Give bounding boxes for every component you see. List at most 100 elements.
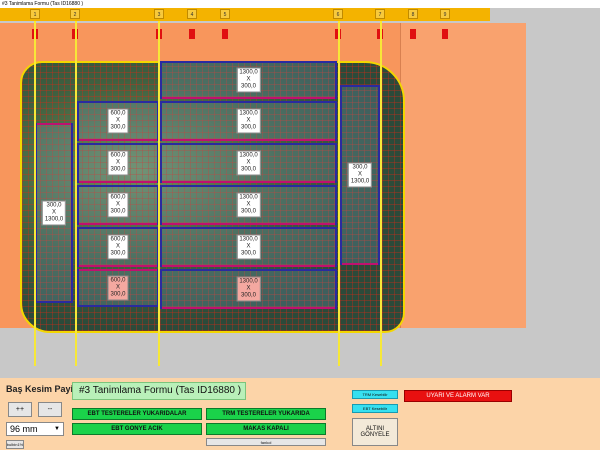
altini-gonyele-button[interactable]: ALTINI GÖNYELE: [352, 418, 398, 446]
title-bar: #3 Tanimlama Formu (Tas ID16880 ): [0, 0, 600, 8]
piece-large[interactable]: 1300,0 X 300,0: [160, 227, 337, 267]
piece-height: 300,0: [240, 83, 257, 90]
piece-x: X: [246, 285, 251, 292]
piece-label: 600,0 X 300,0: [107, 275, 129, 301]
ruler-tick[interactable]: 2: [70, 9, 80, 19]
trm-testereler-button[interactable]: TRM TESTERELER YUKARIDA: [206, 408, 326, 420]
ruler: 1 2 3 4 5 6 7 8 9: [0, 8, 490, 21]
plate-extension: [400, 23, 526, 328]
saw-line[interactable]: [34, 21, 36, 366]
piece-edge: [79, 269, 157, 271]
piece-label: 600,0 X 300,0: [107, 108, 129, 134]
piece-x: X: [357, 171, 363, 178]
piece-width: 1300,0: [239, 152, 258, 159]
small-button[interactable]: bulbin1%: [6, 440, 24, 449]
piece-left[interactable]: 300,0 X 1300,0: [35, 123, 73, 303]
piece-large[interactable]: 1300,0 X 300,0: [160, 185, 337, 225]
piece-x: X: [115, 243, 121, 250]
ebt-kesebilir-indicator: EBT Kesebilir: [352, 404, 398, 413]
piece-edge: [162, 97, 335, 99]
piece-label: 300,0 X 1300,0: [41, 200, 67, 226]
piece-small[interactable]: 600,0 X 300,0: [77, 227, 159, 267]
piece-width: 1300,0: [239, 278, 258, 285]
saw-line[interactable]: [75, 21, 77, 366]
ruler-tick[interactable]: 7: [375, 9, 385, 19]
window-title: #3 Tanimlama Formu (Tas ID16880 ): [2, 1, 84, 7]
piece-label: 1300,0 X 300,0: [236, 67, 261, 93]
piece-height: 300,0: [110, 124, 126, 131]
fankol-button[interactable]: fankol: [206, 438, 326, 446]
piece-height: 1300,0: [350, 178, 370, 185]
piece-small-selected[interactable]: 600,0 X 300,0: [77, 269, 159, 307]
piece-height: 300,0: [240, 250, 257, 257]
piece-large-selected[interactable]: 1300,0 X 300,0: [160, 269, 337, 309]
saw-marker: [442, 29, 448, 39]
piece-height: 300,0: [240, 292, 257, 299]
ruler-tick[interactable]: 3: [154, 9, 164, 19]
piece-small[interactable]: 600,0 X 300,0: [77, 101, 159, 141]
piece-large[interactable]: 1300,0 X 300,0: [160, 61, 337, 99]
chevron-down-icon: ▼: [54, 426, 60, 432]
piece-height: 300,0: [240, 166, 257, 173]
bas-kesim-label: Baş Kesim Payi: [6, 384, 74, 394]
piece-label: 600,0 X 300,0: [107, 234, 129, 260]
piece-edge: [79, 139, 157, 141]
alarm-indicator[interactable]: UYARI VE ALARM VAR: [404, 390, 512, 402]
piece-x: X: [246, 243, 251, 250]
saw-line[interactable]: [338, 21, 340, 366]
piece-x: X: [246, 117, 251, 124]
piece-x: X: [246, 76, 251, 83]
piece-width: 600,0: [110, 277, 126, 284]
cutting-canvas[interactable]: 300,0 X 1300,0 600,0 X 300,0 600,0 X 300,0 6…: [0, 21, 600, 366]
piece-height: 300,0: [110, 291, 126, 298]
piece-x: X: [246, 201, 251, 208]
piece-edge: [79, 223, 157, 225]
saw-marker: [410, 29, 416, 39]
piece-width: 1300,0: [239, 110, 258, 117]
piece-label: 1300,0 X 300,0: [236, 108, 261, 134]
ebt-testereler-button[interactable]: EBT TESTERELER YUKARIDALAR: [72, 408, 202, 420]
piece-label: 1300,0 X 300,0: [236, 234, 261, 260]
form-title: #3 Tanimlama Formu (Tas ID16880 ): [72, 382, 246, 400]
piece-height: 300,0: [240, 124, 257, 131]
piece-edge: [162, 139, 335, 141]
ruler-tick[interactable]: 9: [440, 9, 450, 19]
trm-kesebilir-indicator: TRM Kesebilir: [352, 390, 398, 399]
ruler-tick[interactable]: 4: [187, 9, 197, 19]
piece-height: 300,0: [110, 166, 126, 173]
piece-large[interactable]: 1300,0 X 300,0: [160, 101, 337, 141]
piece-x: X: [246, 159, 251, 166]
piece-edge: [162, 307, 335, 309]
piece-width: 300,0: [352, 164, 368, 171]
piece-edge: [79, 265, 157, 267]
piece-label: 600,0 X 300,0: [107, 150, 129, 176]
plus-button[interactable]: ++: [8, 402, 32, 417]
ruler-tick[interactable]: 6: [333, 9, 343, 19]
piece-edge: [162, 181, 335, 183]
piece-small[interactable]: 600,0 X 300,0: [77, 143, 159, 183]
saw-line[interactable]: [158, 21, 160, 366]
piece-x: X: [115, 117, 121, 124]
piece-height: 300,0: [240, 208, 257, 215]
piece-label: 1300,0 X 300,0: [236, 192, 261, 218]
piece-right[interactable]: 300,0 X 1300,0: [340, 85, 380, 265]
saw-line[interactable]: [380, 21, 382, 366]
control-panel: Baş Kesim Payi ++ -- 96 mm ▼ bulbin1% #3 …: [0, 378, 600, 450]
saw-marker: [189, 29, 195, 39]
piece-x: X: [115, 159, 121, 166]
ebt-gonye-button[interactable]: EBT GONYE ACIK: [72, 423, 202, 435]
piece-large[interactable]: 1300,0 X 300,0: [160, 143, 337, 183]
makas-button[interactable]: MAKAS KAPALI: [206, 423, 326, 435]
ruler-tick[interactable]: 8: [408, 9, 418, 19]
piece-small[interactable]: 600,0 X 300,0: [77, 185, 159, 225]
mm-select[interactable]: 96 mm ▼: [6, 422, 64, 436]
piece-width: 600,0: [110, 194, 126, 201]
ruler-tick[interactable]: 1: [30, 9, 40, 19]
piece-edge: [37, 123, 71, 125]
piece-width: 600,0: [110, 110, 126, 117]
piece-height: 300,0: [110, 208, 126, 215]
piece-edge: [79, 181, 157, 183]
piece-edge: [162, 265, 335, 267]
minus-button[interactable]: --: [38, 402, 62, 417]
ruler-tick[interactable]: 5: [220, 9, 230, 19]
